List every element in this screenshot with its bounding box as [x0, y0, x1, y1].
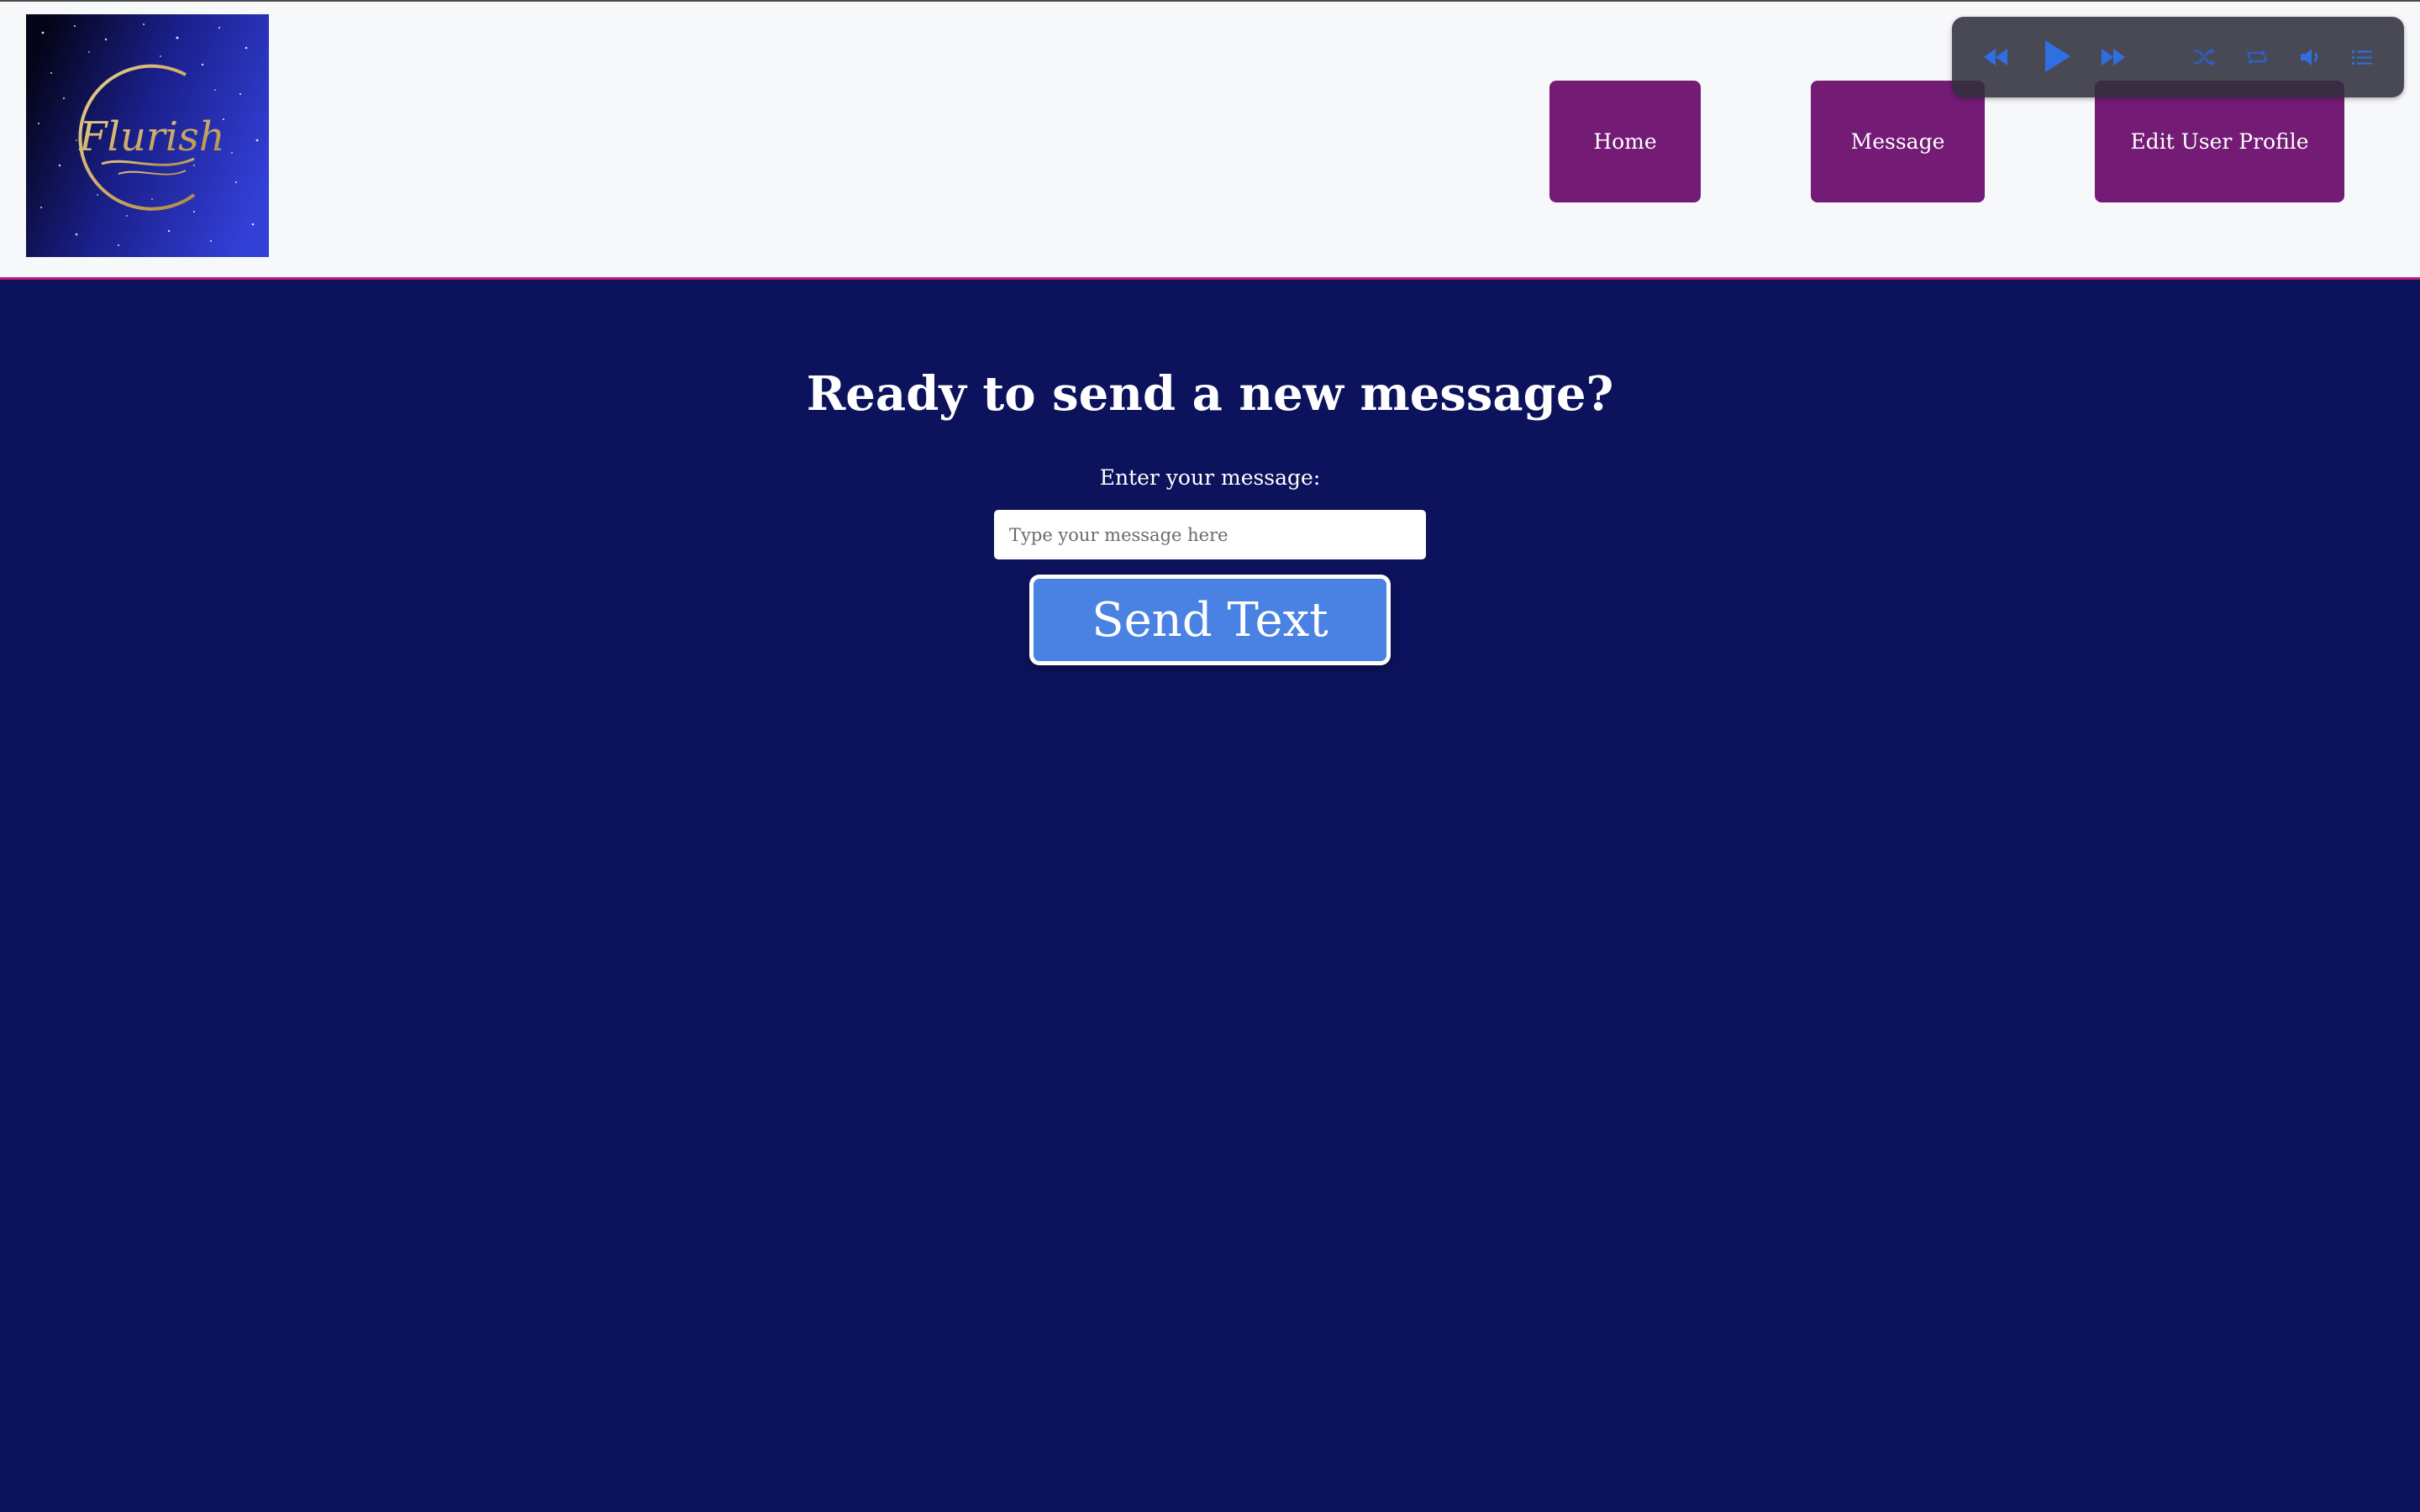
repeat-icon[interactable]: [2242, 42, 2272, 72]
media-player: [1952, 17, 2404, 97]
logo-text: Flurish: [78, 113, 224, 160]
page-title: Ready to send a new message?: [806, 366, 1614, 422]
send-text-label: Send Text: [1092, 592, 1328, 648]
rewind-icon[interactable]: [1979, 40, 2012, 74]
nav-message-button[interactable]: Message: [1811, 81, 1985, 202]
nav-home-label: Home: [1593, 129, 1657, 154]
logo[interactable]: Flurish: [26, 14, 269, 257]
nav-edit-profile-label: Edit User Profile: [2130, 129, 2309, 154]
nav-edit-profile-button[interactable]: Edit User Profile: [2095, 81, 2344, 202]
play-icon[interactable]: [2036, 35, 2078, 77]
volume-icon[interactable]: [2295, 42, 2325, 72]
nav-message-label: Message: [1850, 129, 1945, 154]
send-text-button[interactable]: Send Text: [1029, 575, 1391, 665]
logo-image: Flurish: [26, 14, 269, 257]
header: Flurish Home Message Edit User Profile: [0, 0, 2420, 280]
page: Flurish Home Message Edit User Profile R…: [0, 0, 2420, 1512]
message-input-label: Enter your message:: [1099, 465, 1321, 490]
nav-home-button[interactable]: Home: [1549, 81, 1701, 202]
fast-forward-icon[interactable]: [2096, 40, 2130, 74]
message-input[interactable]: [994, 510, 1426, 559]
shuffle-icon[interactable]: [2189, 42, 2219, 72]
playlist-icon[interactable]: [2347, 42, 2377, 72]
